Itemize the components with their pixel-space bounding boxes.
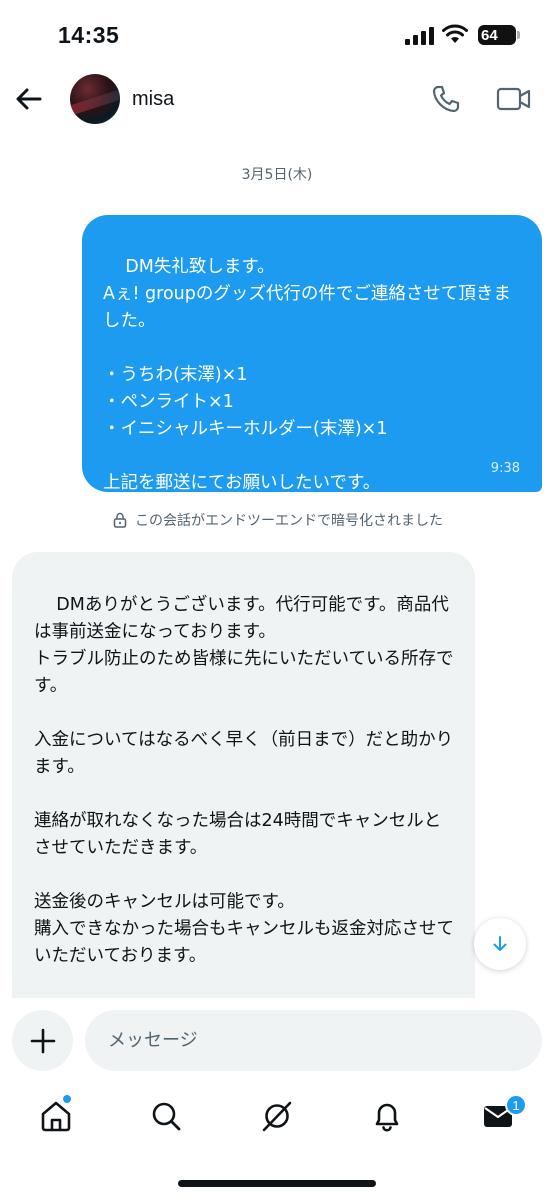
encryption-notice: この会話がエンドツーエンドで暗号化されました: [0, 510, 554, 530]
message-composer: [0, 998, 554, 1082]
video-camera-icon[interactable]: [496, 85, 532, 113]
avatar[interactable]: [70, 74, 120, 124]
lock-icon: [113, 512, 127, 528]
message-text: DM失礼致します。 Aぇ! groupのグッズ代行の件でご連絡させて頂きました。…: [103, 257, 511, 493]
back-arrow-icon[interactable]: [14, 84, 44, 114]
arrow-down-icon: [493, 936, 507, 951]
outgoing-message-bubble[interactable]: DM失礼致します。 Aぇ! groupのグッズ代行の件でご連絡させて頂きました。…: [82, 215, 542, 493]
bottom-navigation: 1: [0, 1082, 554, 1200]
battery-level: 64: [481, 26, 498, 44]
encryption-notice-text: この会話がエンドツーエンドで暗号化されました: [135, 513, 443, 529]
home-indicator: [178, 1180, 376, 1187]
date-separator: 3月5日(木): [241, 167, 313, 183]
conversation-header: misa: [0, 72, 554, 132]
contact-name[interactable]: misa: [132, 88, 174, 111]
status-time: 14:35: [58, 22, 120, 48]
battery-cap: [517, 31, 520, 39]
messages-badge: 1: [505, 1094, 527, 1116]
nav-grok[interactable]: [257, 1096, 297, 1136]
plus-icon: [30, 1028, 55, 1053]
nav-notifications[interactable]: [367, 1096, 407, 1136]
message-text: DMありがとうございます。代行可能です。商品代は事前送金になっております。 トラ…: [34, 595, 454, 966]
message-thread[interactable]: 3月5日(木) DM失礼致します。 Aぇ! groupのグッズ代行の件でご連絡さ…: [0, 132, 554, 998]
home-unread-dot: [62, 1094, 72, 1104]
cellular-signal-icon: [405, 27, 434, 45]
nav-search[interactable]: [146, 1096, 186, 1136]
scroll-to-bottom-button[interactable]: [474, 918, 526, 970]
grok-icon: [262, 1101, 292, 1132]
battery-indicator: 64: [478, 25, 516, 45]
incoming-message-bubble[interactable]: DMありがとうございます。代行可能です。商品代は事前送金になっております。 トラ…: [12, 552, 475, 998]
phone-icon[interactable]: [430, 83, 462, 115]
wifi-icon: [442, 24, 468, 43]
nav-home[interactable]: [36, 1094, 76, 1136]
message-input[interactable]: [85, 1010, 542, 1071]
add-attachment-button[interactable]: [12, 1010, 73, 1071]
notifications-bell-icon: [375, 1103, 399, 1132]
status-bar: 14:35 64: [0, 0, 554, 72]
home-icon: [41, 1101, 71, 1132]
message-timestamp: 9:38: [490, 461, 520, 476]
search-icon: [152, 1102, 181, 1131]
